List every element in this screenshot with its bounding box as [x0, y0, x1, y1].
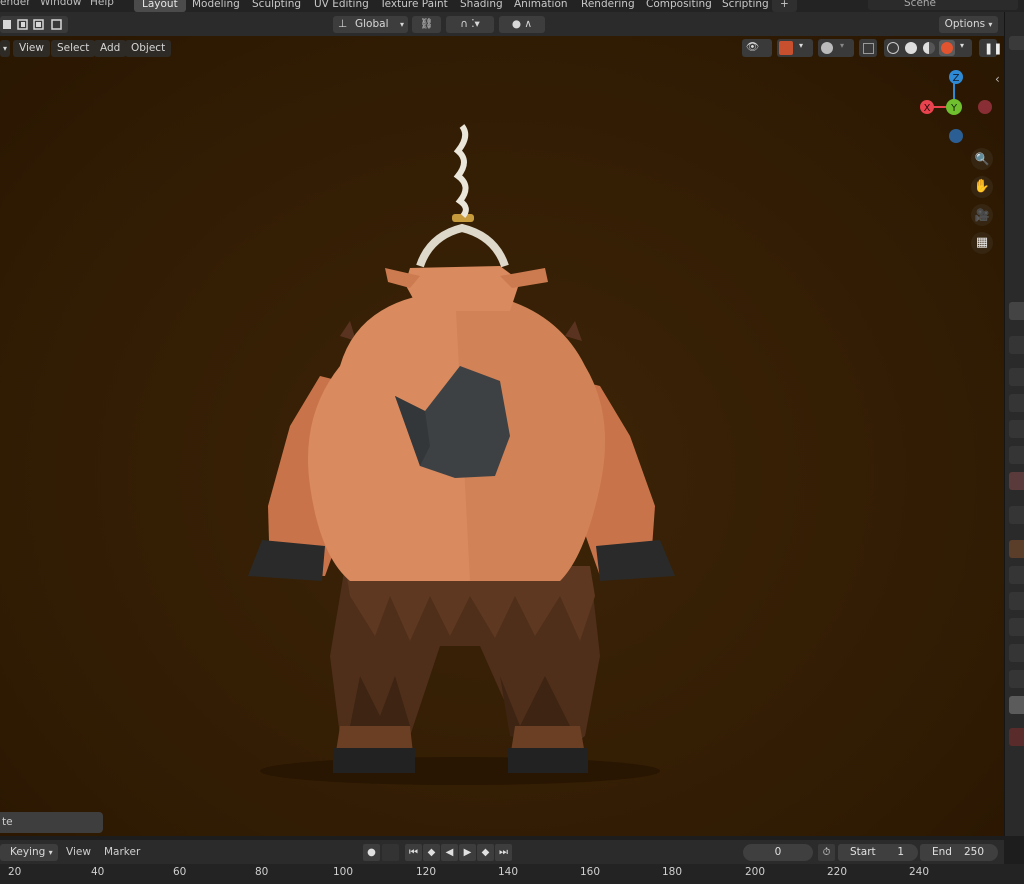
snapping-dropdown[interactable]: ∩ ⁚▾	[446, 16, 494, 33]
chevron-down-icon: ▾	[399, 20, 404, 29]
properties-tab-top[interactable]	[1009, 36, 1024, 50]
wrench-modifier-icon[interactable]	[1009, 566, 1024, 584]
play-icon: ▶	[463, 847, 472, 858]
output-properties-icon[interactable]	[1009, 394, 1024, 412]
object-data-icon[interactable]	[1009, 670, 1024, 688]
timeline-menu-view[interactable]: View	[66, 846, 91, 858]
link-icon: ⛓	[419, 18, 434, 30]
auto-keying-options[interactable]	[382, 844, 399, 861]
pivot-point-dropdown[interactable]: ⛓	[412, 16, 441, 33]
tab-shading[interactable]: Shading	[452, 0, 511, 12]
material-properties-icon[interactable]	[1009, 696, 1024, 714]
view-layer-icon[interactable]	[1009, 420, 1024, 438]
tick-label: 120	[416, 866, 437, 878]
start-value: 1	[897, 846, 904, 858]
jump-start-icon: ⏮	[409, 847, 418, 858]
last-operator-panel[interactable]: te	[0, 812, 103, 833]
select-box-icon	[3, 19, 62, 30]
tool-icon[interactable]	[1009, 336, 1024, 354]
current-frame-field[interactable]: 0	[743, 844, 813, 861]
texture-properties-icon[interactable]	[1009, 728, 1024, 746]
keying-chevron-icon: ▾	[48, 848, 53, 857]
collection-properties-icon[interactable]	[1009, 506, 1024, 524]
3d-viewport[interactable]: ▾ View Select Add Object 👁 ▾ ▾ ▾ ❚❚ ‹ Z …	[0, 36, 1004, 836]
scene-selector[interactable]: Scene	[868, 0, 1018, 10]
last-operator-label: te	[2, 816, 13, 828]
viewport-header: ⊥ Global ▾ ⛓ ∩ ⁚▾ ● ∧ Options ▾	[0, 12, 1004, 36]
jump-start-button[interactable]: ⏮	[405, 844, 422, 861]
menu-help[interactable]: Help	[90, 0, 114, 8]
prev-keyframe-button[interactable]: ◆	[423, 844, 440, 861]
menu-render[interactable]: ender	[0, 0, 31, 8]
play-reverse-icon: ◀	[445, 847, 454, 858]
physics-icon[interactable]	[1009, 618, 1024, 636]
options-label: Options	[944, 18, 986, 30]
next-keyframe-icon: ◆	[481, 847, 490, 858]
timeline-menu-marker[interactable]: Marker	[104, 846, 140, 858]
current-frame-value: 0	[774, 846, 782, 858]
tick-label: 160	[580, 866, 601, 878]
tab-sculpting[interactable]: Sculpting	[244, 0, 309, 12]
tick-label: 80	[255, 866, 269, 878]
orientation-icon: ⊥	[338, 18, 348, 30]
tick-label: 100	[333, 866, 354, 878]
scene-properties-icon[interactable]	[1009, 446, 1024, 464]
scene-name: Scene	[904, 0, 937, 9]
play-button[interactable]: ▶	[459, 844, 476, 861]
magnet-icon: ∩ ⁚▾	[460, 18, 480, 30]
character-model-render	[248, 124, 675, 785]
jump-end-icon: ⏭	[499, 847, 508, 858]
tab-layout[interactable]: Layout	[134, 0, 186, 12]
transform-orientation-dropdown[interactable]: ⊥ Global ▾	[333, 16, 408, 33]
object-properties-icon[interactable]	[1009, 540, 1024, 558]
workspace-bar: ender Window Help Layout Modeling Sculpt…	[0, 0, 1024, 12]
options-dropdown[interactable]: Options ▾	[939, 16, 998, 33]
stopwatch-icon[interactable]: ⏱	[818, 844, 835, 861]
world-properties-icon[interactable]	[1009, 472, 1024, 490]
next-keyframe-button[interactable]: ◆	[477, 844, 494, 861]
record-icon: ●	[367, 847, 376, 858]
timeline-header: Keying ▾ View Marker ● ⏮ ◆ ◀ ▶ ◆ ⏭ 0 ⏱ S…	[0, 840, 1004, 864]
tick-label: 40	[91, 866, 105, 878]
jump-end-button[interactable]: ⏭	[495, 844, 512, 861]
tab-scripting[interactable]: Scripting	[714, 0, 777, 12]
tick-label: 180	[662, 866, 683, 878]
menu-window[interactable]: Window	[40, 0, 81, 8]
start-frame-field[interactable]: Start 1	[838, 844, 918, 861]
add-workspace-button[interactable]: +	[772, 0, 797, 12]
record-button[interactable]: ●	[363, 844, 380, 861]
proportional-editing[interactable]: ● ∧	[499, 16, 545, 33]
properties-header-icon[interactable]	[1009, 302, 1024, 320]
tick-label: 240	[909, 866, 930, 878]
tick-label: 200	[745, 866, 766, 878]
keying-dropdown[interactable]: Keying ▾	[0, 844, 58, 861]
proportional-icon: ● ∧	[511, 18, 533, 30]
end-label: End	[932, 846, 952, 858]
end-frame-field[interactable]: End 250	[920, 844, 998, 861]
play-reverse-button[interactable]: ◀	[441, 844, 458, 861]
orientation-label: Global	[355, 18, 389, 30]
constraints-icon[interactable]	[1009, 644, 1024, 662]
tick-label: 60	[173, 866, 187, 878]
tab-animation[interactable]: Animation	[506, 0, 576, 12]
start-label: Start	[850, 846, 876, 858]
render-properties-icon[interactable]	[1009, 368, 1024, 386]
prev-keyframe-icon: ◆	[427, 847, 436, 858]
select-mode-buttons[interactable]	[0, 16, 68, 33]
tab-uv-editing[interactable]: UV Editing	[306, 0, 377, 12]
tick-label: 140	[498, 866, 519, 878]
clock-icon: ⏱	[822, 847, 831, 858]
keying-label: Keying	[10, 846, 46, 858]
tab-texture-paint[interactable]: Texture Paint	[372, 0, 456, 12]
tick-label: 20	[8, 866, 22, 878]
tab-rendering[interactable]: Rendering	[573, 0, 643, 12]
end-value: 250	[963, 846, 984, 858]
options-chevron-icon: ▾	[988, 20, 993, 29]
particles-icon[interactable]	[1009, 592, 1024, 610]
tab-compositing[interactable]: Compositing	[638, 0, 720, 12]
tick-label: 220	[827, 866, 848, 878]
properties-editor-strip	[1004, 12, 1024, 836]
tab-modeling[interactable]: Modeling	[184, 0, 248, 12]
